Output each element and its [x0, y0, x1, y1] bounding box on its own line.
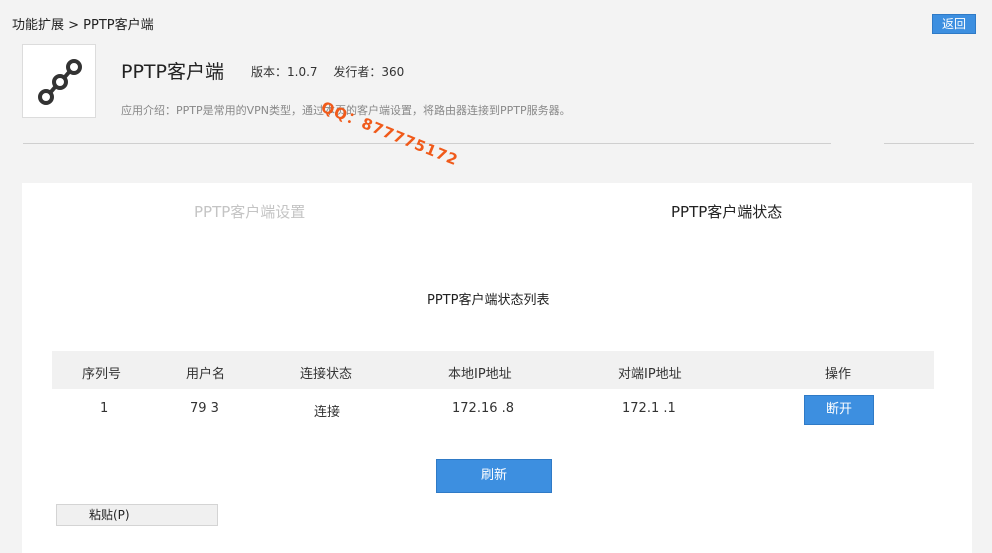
column-header-peer-ip: 对端IP地址	[618, 367, 682, 382]
tab-client-settings[interactable]: PPTP客户端设置	[194, 201, 305, 222]
cell-username: 79 3	[190, 401, 219, 416]
context-menu-paste-item[interactable]: 粘贴(P)	[56, 504, 218, 526]
breadcrumb: 功能扩展 > PPTP客户端	[12, 18, 154, 33]
column-header-index: 序列号	[82, 367, 122, 382]
cell-local-ip: 172.16 .8	[452, 401, 515, 416]
app-title: PPTP客户端	[121, 61, 224, 83]
status-list-title: PPTP客户端状态列表	[427, 293, 550, 308]
back-button[interactable]: 返回	[932, 14, 976, 34]
table-row: 1 79 3 连接 172.16 .8 172.1 .1 断开	[52, 391, 934, 429]
chain-link-icon	[38, 59, 82, 105]
cell-peer-ip: 172.1 .1	[622, 401, 676, 416]
app-publisher: 发行者：360	[333, 65, 405, 79]
content-panel: PPTP客户端设置 PPTP客户端状态 PPTP客户端状态列表 序列号 用户名 …	[22, 183, 972, 553]
column-header-action: 操作	[825, 367, 852, 382]
app-meta: 版本：1.0.7 发行者：360	[251, 63, 404, 80]
tab-client-status[interactable]: PPTP客户端状态	[671, 201, 782, 222]
refresh-button[interactable]: 刷新	[436, 459, 552, 493]
cell-index: 1	[100, 401, 109, 416]
app-icon	[22, 44, 96, 118]
app-version: 版本：1.0.7	[251, 65, 318, 79]
cell-status: 连接	[314, 405, 341, 420]
column-header-username: 用户名	[186, 367, 226, 382]
column-header-status: 连接状态	[300, 367, 353, 382]
column-header-local-ip: 本地IP地址	[448, 367, 512, 382]
table-header: 序列号 用户名 连接状态 本地IP地址 对端IP地址 操作	[52, 351, 934, 389]
disconnect-button[interactable]: 断开	[804, 395, 874, 425]
header-divider-right	[884, 143, 974, 144]
